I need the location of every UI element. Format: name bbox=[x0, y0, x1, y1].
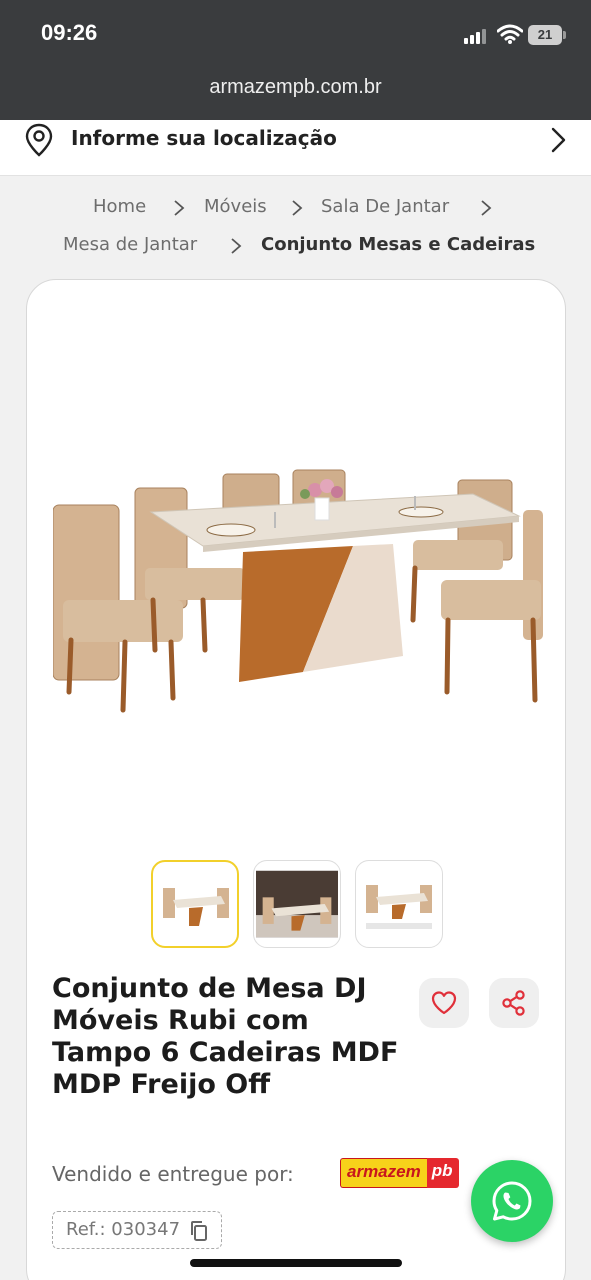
heart-icon bbox=[431, 991, 457, 1015]
share-icon bbox=[502, 990, 525, 1016]
location-pin-icon bbox=[25, 123, 53, 157]
seller-logo[interactable]: armazem pb bbox=[340, 1158, 459, 1188]
chevron-right-icon bbox=[231, 238, 242, 254]
thumbnail-3[interactable] bbox=[355, 860, 443, 948]
seller-logo-part2: pb bbox=[426, 1158, 459, 1188]
breadcrumb-sala-de-jantar[interactable]: Sala De Jantar bbox=[321, 196, 449, 217]
thumbnail-2[interactable] bbox=[253, 860, 341, 948]
reference-code-text: Ref.: 030347 bbox=[66, 1219, 181, 1240]
location-label[interactable]: Informe sua localização bbox=[71, 126, 337, 150]
product-title: Conjunto de Mesa DJ Móveis Rubi com Tamp… bbox=[52, 973, 399, 1100]
breadcrumb: Home Móveis Sala De Jantar Mesa de Janta… bbox=[0, 176, 591, 276]
browser-url-bar[interactable]: armazempb.com.br bbox=[0, 68, 591, 120]
url-text[interactable]: armazempb.com.br bbox=[0, 76, 591, 99]
chevron-right-icon[interactable] bbox=[546, 124, 570, 156]
battery-icon: 21 bbox=[528, 25, 566, 45]
share-button[interactable] bbox=[489, 978, 539, 1028]
chevron-right-icon bbox=[481, 200, 492, 216]
cellular-signal-icon bbox=[464, 28, 490, 44]
chevron-right-icon bbox=[174, 200, 185, 216]
product-card: Conjunto de Mesa DJ Móveis Rubi com Tamp… bbox=[26, 279, 566, 1280]
thumbnail-1[interactable] bbox=[151, 860, 239, 948]
seller-logo-part1: armazem bbox=[340, 1158, 427, 1188]
wifi-icon bbox=[497, 24, 523, 44]
whatsapp-button[interactable] bbox=[471, 1160, 553, 1242]
product-main-image[interactable] bbox=[53, 460, 543, 720]
battery-level: 21 bbox=[528, 25, 562, 45]
status-bar: 09:26 21 bbox=[0, 0, 591, 68]
copy-icon[interactable] bbox=[189, 1220, 209, 1242]
favorite-button[interactable] bbox=[419, 978, 469, 1028]
location-bar[interactable]: Informe sua localização bbox=[0, 120, 591, 176]
seller-label: Vendido e entregue por: bbox=[52, 1162, 294, 1186]
thumbnail-strip bbox=[151, 860, 451, 950]
breadcrumb-mesa-de-jantar[interactable]: Mesa de Jantar bbox=[63, 234, 197, 255]
home-indicator bbox=[190, 1259, 402, 1267]
clock: 09:26 bbox=[41, 20, 98, 45]
whatsapp-icon bbox=[492, 1181, 532, 1221]
chevron-right-icon bbox=[292, 200, 303, 216]
breadcrumb-moveis[interactable]: Móveis bbox=[204, 196, 267, 217]
breadcrumb-home[interactable]: Home bbox=[93, 196, 146, 217]
reference-code[interactable]: Ref.: 030347 bbox=[52, 1211, 222, 1249]
breadcrumb-current: Conjunto Mesas e Cadeiras bbox=[261, 234, 536, 255]
